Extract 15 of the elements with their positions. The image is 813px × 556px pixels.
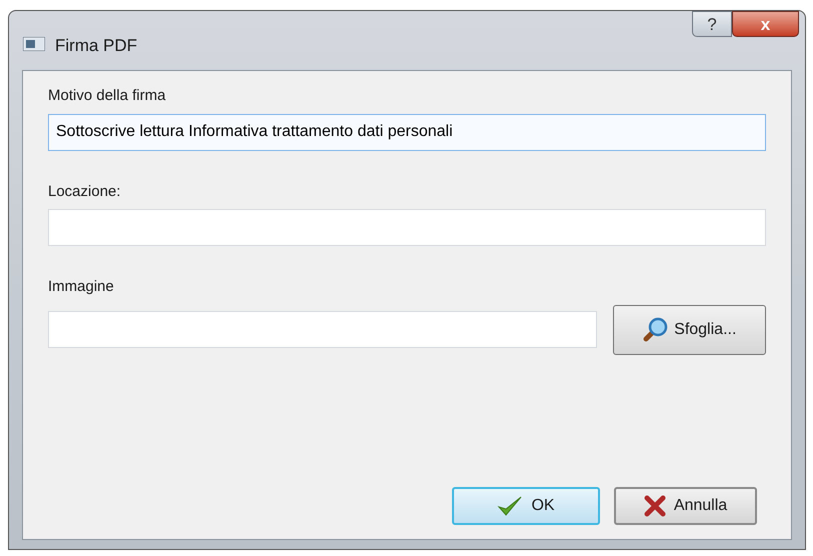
ok-button[interactable]: OK [452, 487, 600, 525]
browse-button[interactable]: Sfoglia... [612, 304, 766, 354]
field-label: Immagine [48, 277, 115, 297]
field-label: Locazione: [48, 182, 122, 202]
app-icon [23, 37, 45, 51]
window-title: Firma PDF [55, 35, 138, 57]
cancel-button[interactable]: Annulla [614, 487, 757, 525]
text-field[interactable]: Sottoscrive lettura Informativa trattamento dati personali [48, 114, 766, 150]
help-button[interactable]: ? [692, 11, 732, 37]
field-label: Motivo della firma [48, 86, 167, 106]
text-field[interactable] [48, 311, 597, 348]
text-field[interactable] [48, 209, 766, 246]
cross-icon [644, 495, 666, 517]
checkmark-icon [497, 495, 524, 517]
magnifier-icon [642, 316, 668, 342]
